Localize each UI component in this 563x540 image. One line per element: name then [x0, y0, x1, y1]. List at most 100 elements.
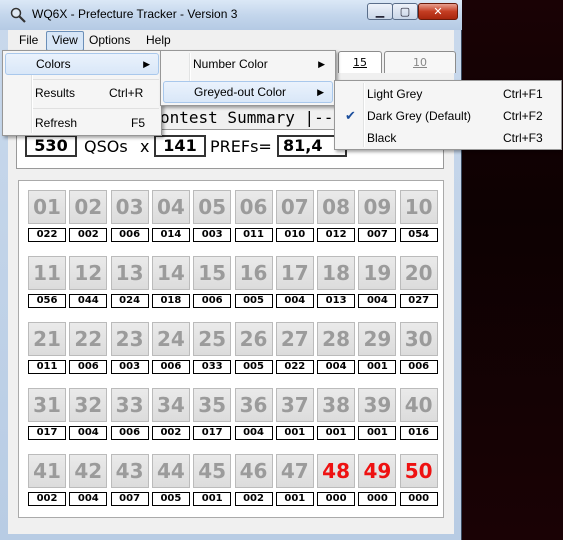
menu-options[interactable]: Options: [84, 31, 135, 49]
maximize-button[interactable]: ▢: [392, 3, 418, 20]
prefecture-cell[interactable]: 30 006: [399, 322, 438, 374]
prefecture-cell[interactable]: 32 004: [69, 388, 108, 440]
tab-15[interactable]: 15: [338, 51, 382, 73]
prefecture-cell[interactable]: 20 027: [399, 256, 438, 308]
menu-item-colors[interactable]: Colors ▶: [5, 53, 159, 75]
prefecture-cell[interactable]: 12 044: [69, 256, 108, 308]
prefecture-cell[interactable]: 14 018: [151, 256, 190, 308]
results-label: Results: [35, 86, 76, 100]
prefecture-cell[interactable]: 01 022: [28, 190, 66, 242]
menu-item-greyed-out-color[interactable]: Greyed-out Color ▶: [163, 81, 333, 103]
prefecture-number: 33: [110, 388, 149, 422]
prefecture-cell[interactable]: 21 011: [28, 322, 66, 374]
prefecture-number: 35: [193, 388, 232, 422]
prefecture-number: 01: [28, 190, 66, 224]
menu-item-number-color[interactable]: Number Color ▶: [163, 53, 333, 75]
prefecture-cell[interactable]: 34 002: [151, 388, 190, 440]
prefecture-cell[interactable]: 16 005: [234, 256, 273, 308]
prefecture-cell[interactable]: 46 002: [234, 454, 273, 506]
prefecture-number: 27: [275, 322, 314, 356]
prefecture-cell[interactable]: 10 054: [399, 190, 438, 242]
black-label: Black: [367, 131, 397, 145]
prefecture-number: 40: [399, 388, 438, 422]
prefecture-cell[interactable]: 29 001: [358, 322, 397, 374]
prefecture-count: 006: [193, 294, 232, 308]
title-bar[interactable]: WQ6X - Prefecture Tracker - Version 3 ▁ …: [0, 0, 462, 30]
prefecture-count: 005: [234, 360, 273, 374]
menu-item-results[interactable]: Results Ctrl+R: [5, 82, 159, 104]
minimize-button[interactable]: ▁: [367, 3, 393, 20]
prefecture-cell[interactable]: 43 007: [110, 454, 149, 506]
prefecture-cell[interactable]: 35 017: [193, 388, 232, 440]
prefecture-cell[interactable]: 05 003: [193, 190, 232, 242]
prefecture-count: 006: [110, 228, 149, 242]
close-button[interactable]: ✕: [418, 3, 458, 20]
prefecture-number: 19: [358, 256, 397, 290]
prefecture-cell[interactable]: 39 001: [358, 388, 397, 440]
prefecture-cell[interactable]: 28 004: [317, 322, 356, 374]
prefecture-cell[interactable]: 03 006: [110, 190, 149, 242]
prefecture-count: 033: [193, 360, 232, 374]
menu-item-dark-grey[interactable]: ✔ Dark Grey (Default) Ctrl+F2: [337, 105, 559, 127]
prefecture-cell[interactable]: 38 001: [317, 388, 356, 440]
dark-grey-shortcut: Ctrl+F2: [503, 109, 543, 123]
menu-item-light-grey[interactable]: Light Grey Ctrl+F1: [337, 83, 559, 105]
prefecture-cell[interactable]: 23 003: [110, 322, 149, 374]
prefecture-number: 21: [28, 322, 66, 356]
prefecture-cell[interactable]: 27 022: [275, 322, 314, 374]
prefecture-cell[interactable]: 13 024: [110, 256, 149, 308]
prefecture-cell[interactable]: 11 056: [28, 256, 66, 308]
prefecture-cell[interactable]: 41 002: [28, 454, 66, 506]
prefecture-count: 054: [399, 228, 438, 242]
prefecture-cell[interactable]: 36 004: [234, 388, 273, 440]
prefecture-cell[interactable]: 02 002: [69, 190, 108, 242]
tab-10[interactable]: 10: [384, 51, 456, 73]
prefecture-number: 29: [358, 322, 397, 356]
prefecture-cell[interactable]: 04 014: [151, 190, 190, 242]
prefecture-number: 42: [69, 454, 108, 488]
prefecture-cell[interactable]: 50 000: [399, 454, 438, 506]
prefecture-number: 12: [69, 256, 108, 290]
prefecture-cell[interactable]: 24 006: [151, 322, 190, 374]
prefecture-number: 44: [151, 454, 190, 488]
prefecture-number: 24: [151, 322, 190, 356]
prefecture-cell[interactable]: 48 000: [317, 454, 356, 506]
prefecture-cell[interactable]: 06 011: [234, 190, 273, 242]
prefecture-cell[interactable]: 37 001: [275, 388, 314, 440]
prefecture-cell[interactable]: 19 004: [358, 256, 397, 308]
light-grey-label: Light Grey: [367, 87, 423, 101]
menu-file[interactable]: File: [14, 31, 43, 49]
prefecture-cell[interactable]: 49 000: [358, 454, 397, 506]
dark-grey-label: Dark Grey (Default): [367, 109, 472, 123]
maximize-icon: ▢: [399, 5, 411, 18]
prefecture-cell[interactable]: 47 001: [275, 454, 314, 506]
prefecture-cell[interactable]: 22 006: [69, 322, 108, 374]
prefecture-number: 11: [28, 256, 66, 290]
prefecture-cell[interactable]: 44 005: [151, 454, 190, 506]
prefecture-cell[interactable]: 08 012: [317, 190, 356, 242]
prefecture-cell[interactable]: 33 006: [110, 388, 149, 440]
prefecture-count: 006: [399, 360, 438, 374]
prefecture-count: 000: [317, 492, 356, 506]
prefecture-cell[interactable]: 17 004: [275, 256, 314, 308]
prefecture-number: 38: [317, 388, 356, 422]
menu-item-black[interactable]: Black Ctrl+F3: [337, 127, 559, 149]
prefecture-cell[interactable]: 26 005: [234, 322, 273, 374]
prefecture-count: 004: [69, 426, 108, 440]
menu-item-refresh[interactable]: Refresh F5: [5, 112, 159, 134]
prefecture-cell[interactable]: 45 001: [193, 454, 232, 506]
prefecture-count: 004: [69, 492, 108, 506]
prefecture-cell[interactable]: 31 017: [28, 388, 66, 440]
prefecture-cell[interactable]: 15 006: [193, 256, 232, 308]
prefecture-count: 001: [193, 492, 232, 506]
prefecture-number: 09: [358, 190, 397, 224]
menu-help[interactable]: Help: [141, 31, 176, 49]
prefecture-cell[interactable]: 42 004: [69, 454, 108, 506]
prefecture-cell[interactable]: 18 013: [317, 256, 356, 308]
prefecture-cell[interactable]: 07 010: [275, 190, 314, 242]
menu-view[interactable]: View: [46, 31, 84, 51]
prefecture-cell[interactable]: 40 016: [399, 388, 438, 440]
prefecture-cell[interactable]: 25 033: [193, 322, 232, 374]
view-dropdown: Colors ▶ Results Ctrl+R Refresh F5: [2, 50, 162, 136]
prefecture-cell[interactable]: 09 007: [358, 190, 397, 242]
